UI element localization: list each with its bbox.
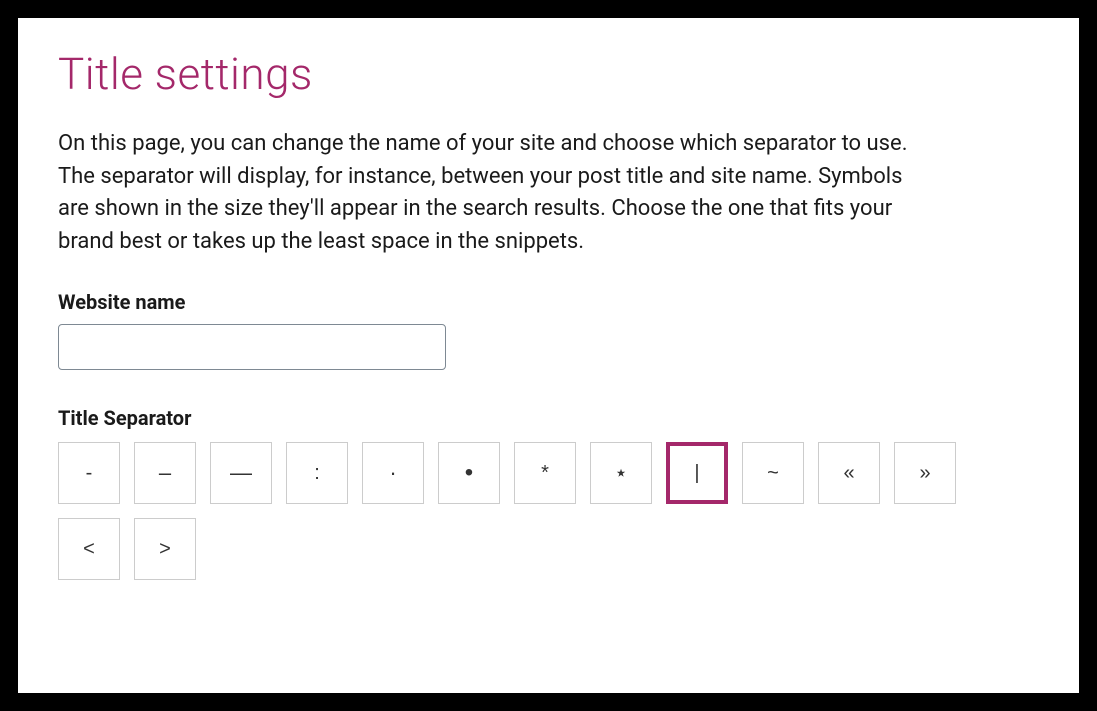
- separator-option-dash[interactable]: -: [58, 442, 120, 504]
- website-name-input[interactable]: [58, 324, 446, 370]
- separator-option-raquo[interactable]: »: [894, 442, 956, 504]
- separator-option-asterisk[interactable]: *: [514, 442, 576, 504]
- title-separator-label: Title Separator: [58, 406, 1039, 430]
- separator-option-bull[interactable]: •: [438, 442, 500, 504]
- separator-option-pipe[interactable]: |: [666, 442, 728, 504]
- website-name-field: Website name: [58, 290, 1039, 370]
- page-title: Title settings: [58, 48, 1039, 100]
- title-settings-panel: Title settings On this page, you can cha…: [18, 18, 1079, 693]
- separator-option-middot[interactable]: ·: [362, 442, 424, 504]
- separator-option-mdash[interactable]: —: [210, 442, 272, 504]
- separator-option-colon[interactable]: :: [286, 442, 348, 504]
- separator-options-grid: -–—:·•*⋆|~«» <>: [58, 442, 958, 580]
- separator-option-ndash[interactable]: –: [134, 442, 196, 504]
- separator-option-tilde[interactable]: ~: [742, 442, 804, 504]
- separator-option-star[interactable]: ⋆: [590, 442, 652, 504]
- separator-option-laquo[interactable]: «: [818, 442, 880, 504]
- description-text: On this page, you can change the name of…: [58, 128, 938, 258]
- title-separator-field: Title Separator -–—:·•*⋆|~«» <>: [58, 406, 1039, 580]
- separator-option-gt[interactable]: >: [134, 518, 196, 580]
- website-name-label: Website name: [58, 290, 1039, 314]
- separator-option-lt[interactable]: <: [58, 518, 120, 580]
